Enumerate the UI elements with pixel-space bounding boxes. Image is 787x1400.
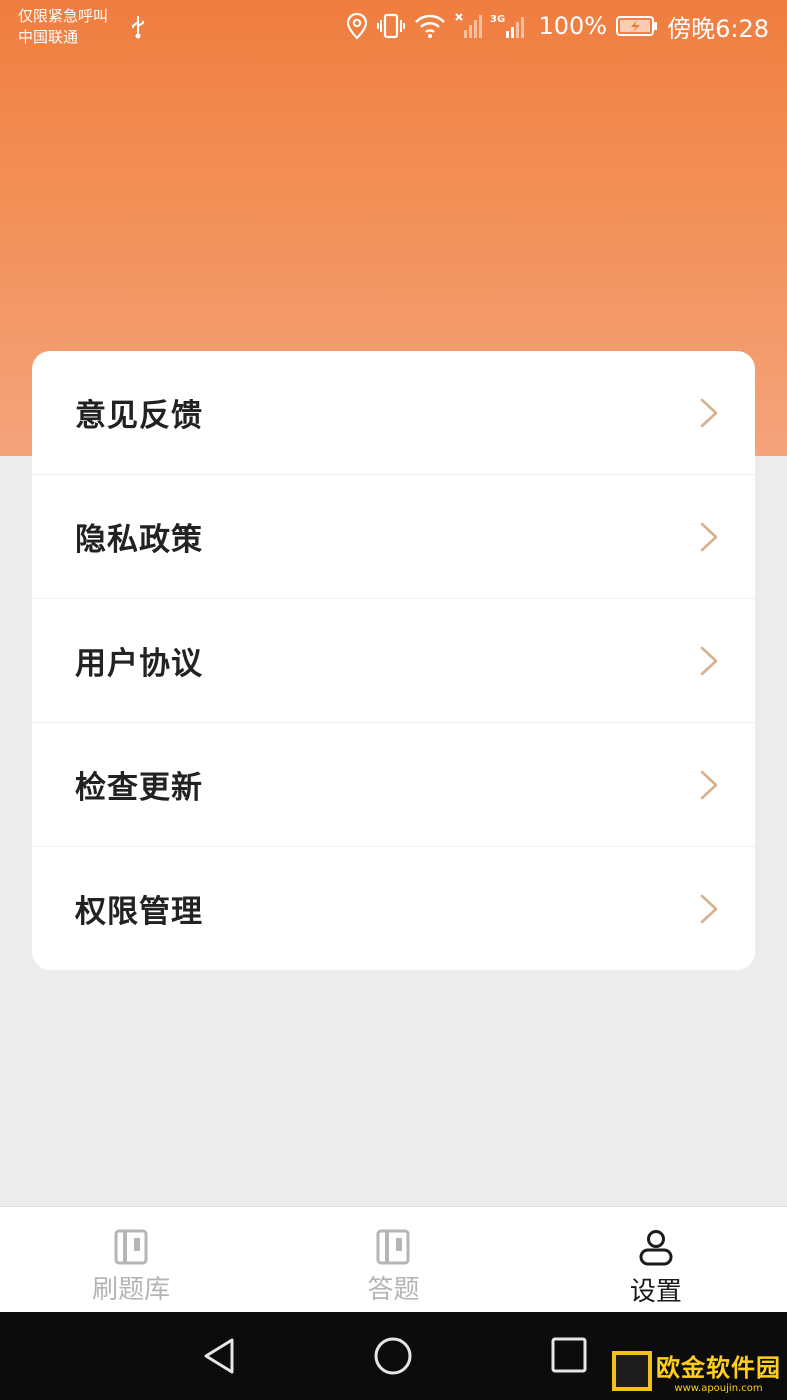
watermark: 欧金软件园 www.apoujin.com [612,1348,781,1394]
svg-text:3G: 3G [490,14,505,25]
chevron-right-icon [700,894,718,923]
chevron-right-icon [700,522,718,551]
menu-item-check-update[interactable]: 检查更新 [32,722,755,846]
back-icon[interactable] [200,1336,240,1376]
watermark-url: www.apoujin.com [674,1383,763,1394]
location-icon [347,12,368,40]
menu-item-label: 用户协议 [75,646,203,682]
usb-icon [132,16,144,39]
recent-apps-icon[interactable] [550,1336,588,1374]
watermark-logo [612,1351,652,1391]
bottom-tab-bar: 刷题库 答题 设置 [0,1206,787,1312]
person-icon [639,1230,673,1266]
chevron-right-icon [700,398,718,427]
battery-percent: 100% [538,12,608,40]
home-icon[interactable] [373,1336,413,1376]
watermark-text: 欧金软件园 [656,1354,781,1382]
tab-answer[interactable]: 答题 [262,1207,524,1312]
menu-item-user-agreement[interactable]: 用户协议 [32,598,755,722]
tab-settings[interactable]: 设置 [525,1207,787,1312]
status-icons: 3G 100% 傍晚6:28 [346,8,769,44]
wifi-icon [415,14,446,38]
signal-3g-icon: 3G [490,14,525,38]
carrier-line1: 仅限紧急呼叫 [18,7,109,25]
tab-label: 刷题库 [92,1275,171,1305]
signal-no-sim-icon [455,13,483,38]
book-icon [114,1229,148,1265]
chevron-right-icon [700,770,718,799]
book-icon [376,1229,410,1265]
status-bar: 仅限紧急呼叫 中国联通 3G 100% 傍晚6:28 [0,0,787,56]
menu-item-permissions[interactable]: 权限管理 [32,846,755,970]
menu-item-label: 检查更新 [75,770,203,806]
menu-item-privacy-policy[interactable]: 隐私政策 [32,474,755,598]
menu-item-label: 隐私政策 [75,522,203,558]
clock: 傍晚6:28 [667,14,769,43]
tab-label: 答题 [367,1275,420,1305]
menu-item-feedback[interactable]: 意见反馈 [32,351,755,474]
battery-charging-icon [616,16,658,36]
vibrate-icon [377,13,406,39]
menu-item-label: 权限管理 [75,894,203,930]
carrier-line2: 中国联通 [18,28,79,46]
chevron-right-icon [700,646,718,675]
menu-item-label: 意见反馈 [75,398,203,434]
tab-label: 设置 [629,1277,682,1307]
settings-menu-card: 意见反馈 隐私政策 用户协议 检查更新 权限管理 [32,351,755,970]
carrier-info: 仅限紧急呼叫 中国联通 [18,6,108,48]
tab-question-bank[interactable]: 刷题库 [0,1207,262,1312]
